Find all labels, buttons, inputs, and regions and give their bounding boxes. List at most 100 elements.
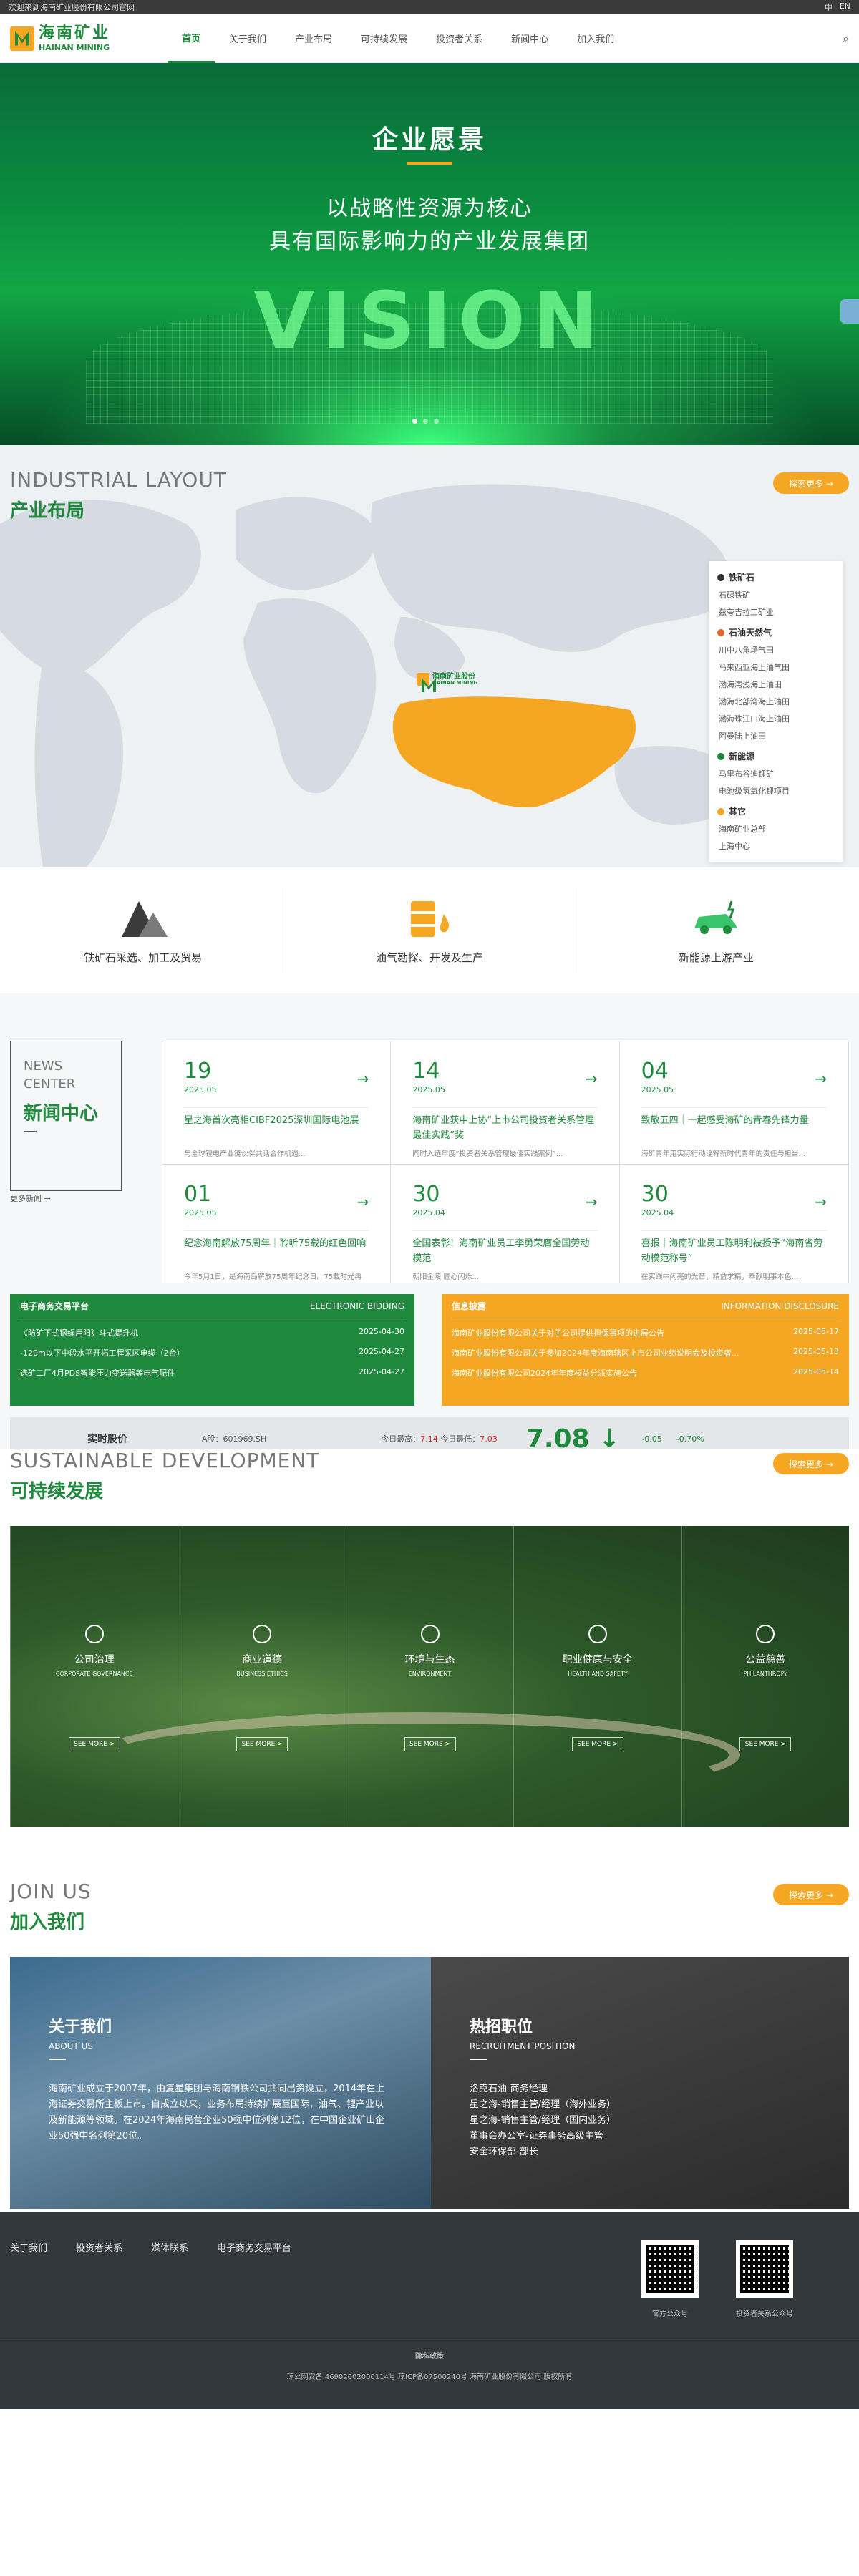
biz-card-oil[interactable]: 油气勘探、开发及生产 [286,888,572,973]
footer-link[interactable]: 投资者关系 [76,2240,122,2254]
layout-more-button[interactable]: 探索更多 → [773,472,849,494]
see-more-button[interactable]: SEE MORE > [236,1737,288,1751]
news-more-link[interactable]: 更多新闻 → [10,1192,51,1204]
nav-about[interactable]: 关于我们 [215,14,281,63]
electric-car-icon [694,900,738,934]
sustain-title-cn: 可持续发展 [10,1481,104,1502]
footer-link[interactable]: 关于我们 [10,2240,47,2254]
news-title[interactable]: 喜报｜海南矿业员工陈明利被授予“海南省劳动模范称号” [641,1230,827,1266]
building-icon [84,1625,104,1643]
disclosure-row[interactable]: 海南矿业股份有限公司关于对子公司提供担保事项的进展公告 2025-05-17 [452,1327,839,1338]
legend-item[interactable]: 电池级氢氧化锂项目 [717,785,835,797]
carousel-dot[interactable] [412,419,417,424]
news-card[interactable]: 30 2025.04 → 喜报｜海南矿业员工陈明利被授予“海南省劳动模范称号” … [620,1165,848,1288]
legend-item[interactable]: 川中八角场气田 [717,644,835,656]
news-title[interactable]: 致敬五四｜一起感受海矿的青春先锋力量 [641,1107,827,1143]
carousel-dot[interactable] [434,419,439,424]
biz-card-iron[interactable]: 铁矿石采选、加工及贸易 [0,888,286,973]
legend-item[interactable]: 阿曼陆上油田 [717,730,835,742]
footer-links: 关于我们 投资者关系 媒体联系 电子商务交易平台 [10,2240,291,2254]
news-title[interactable]: 纪念海南解放75周年｜聆听75载的红色回响 [184,1230,369,1266]
legend-item[interactable]: 石碌铁矿 [717,589,835,601]
search-icon[interactable]: ⌕ [843,31,849,46]
nav-join[interactable]: 加入我们 [563,14,629,63]
welcome-text: 欢迎来到海南矿业股份有限公司官网 [9,3,135,12]
footer-link[interactable]: 电子商务交易平台 [217,2240,291,2254]
nav-investor[interactable]: 投资者关系 [422,14,497,63]
join-title-en: JOIN US [10,1880,92,1903]
news-card[interactable]: 14 2025.05 → 海南矿业获中上协“上市公司投资者关系管理最佳实践”奖 … [391,1041,620,1165]
news-day: 14 [412,1059,440,1084]
hero-big-word: VISION [253,275,606,366]
lang-zh-link[interactable]: 中 [825,1,833,13]
job-item[interactable]: 星之海-销售主管/经理（海外业务） [470,2097,810,2113]
legend-item[interactable]: 上海中心 [717,840,835,852]
sustain-panel: 公司治理 CORPORATE GOVERNANCE SEE MORE > 商业道德 B… [10,1526,849,1827]
umbrella-icon [588,1625,607,1643]
legend-item[interactable]: 兹夸吉拉工矿业 [717,606,835,618]
sustain-col[interactable]: 公司治理 CORPORATE GOVERNANCE SEE MORE > [10,1526,178,1827]
news-title[interactable]: 海南矿业获中上协“上市公司投资者关系管理最佳实践”奖 [412,1107,598,1143]
legend-item[interactable]: 马来西亚海上油气田 [717,661,835,673]
disclosure-title-en: INFORMATION DISCLOSURE [721,1301,839,1311]
about-us-card[interactable]: 关于我们 ABOUT US 海南矿业成立于2007年，由复星集团与海南钢铁公司共… [10,1957,431,2209]
legend-item[interactable]: 海南矿业总部 [717,823,835,835]
sustain-col[interactable]: 职业健康与安全 HEALTH AND SAFETY SEE MORE > [513,1526,681,1827]
see-more-button[interactable]: SEE MORE > [571,1737,623,1751]
job-item[interactable]: 安全环保部-部长 [470,2144,810,2160]
privacy-link[interactable]: 隐私政策 [0,2350,859,2361]
site-logo[interactable]: 海南矿业 HAINAN MINING [10,25,168,52]
hero-banner: 企业愿景 以战略性资源为核心 具有国际影响力的产业发展集团 VISION [0,63,859,445]
bidding-row[interactable]: 选矿二厂4月PDS智能压力变送器等电气配件 2025-04-27 [20,1367,404,1379]
news-card[interactable]: 30 2025.04 → 全国表彰！海南矿业员工李勇荣膺全国劳动模范 朝阳金陵 … [391,1165,620,1288]
job-item[interactable]: 董事会办公室-证券事务高级主管 [470,2129,810,2144]
news-title[interactable]: 星之海首次亮相CIBF2025深圳国际电池展 [184,1107,369,1143]
legend-item[interactable]: 马里布谷迪锂矿 [717,768,835,779]
sustain-more-button[interactable]: 探索更多 → [773,1453,849,1474]
news-card[interactable]: 19 2025.05 → 星之海首次亮相CIBF2025深圳国际电池展 与全球锂… [162,1041,392,1165]
nav-news[interactable]: 新闻中心 [497,14,563,63]
logo-text-en: HAINAN MINING [39,42,110,52]
recruitment-card[interactable]: 热招职位 RECRUITMENT POSITION 洛克石油-商务经理 星之海-… [431,1957,849,2209]
news-card[interactable]: 04 2025.05 → 致敬五四｜一起感受海矿的青春先锋力量 海矿青年用实际行… [619,1041,848,1165]
join-more-button[interactable]: 探索更多 → [773,1884,849,1905]
legend-item[interactable]: 渤海湾浅海上油田 [717,679,835,690]
bidding-row[interactable]: -120m以下中段水平开拓工程采区电缆（2台） 2025-04-27 [20,1347,404,1359]
nav-layout[interactable]: 产业布局 [281,14,346,63]
biz-card-label: 油气勘探、开发及生产 [375,951,483,964]
disclosure-row[interactable]: 海南矿业股份有限公司关于参加2024年度海南辖区上市公司业绩说明会及投资者...… [452,1347,839,1359]
see-more-button[interactable]: SEE MORE > [404,1737,456,1751]
about-underline [49,2059,66,2060]
nav-home[interactable]: 首页 [168,14,215,63]
sustain-col[interactable]: 公益慈善 PHILANTHROPY SEE MORE > [681,1526,849,1827]
biz-card-newenergy[interactable]: 新能源上游产业 [572,888,859,973]
arrow-right-icon: → [815,1070,827,1087]
see-more-button[interactable]: SEE MORE > [739,1737,792,1751]
news-title[interactable]: 全国表彰！海南矿业员工李勇荣膺全国劳动模范 [412,1230,598,1266]
footer-link[interactable]: 媒体联系 [151,2240,188,2254]
bidding-row[interactable]: 《防矿下式钢绳用阳》斗式提升机 2025-04-30 [20,1327,404,1338]
disclosure-title[interactable]: 信息披露 [452,1300,486,1312]
see-more-button[interactable]: SEE MORE > [68,1737,120,1751]
top-bar: 欢迎来到海南矿业股份有限公司官网 中 EN [0,0,859,14]
legend-item[interactable]: 渤海珠江口海上油田 [717,713,835,724]
qr-caption: 官方公众号 [652,2310,688,2318]
lang-en-link[interactable]: EN [840,1,850,13]
join-section: JOIN US 加入我们 探索更多 → 关于我们 ABOUT US 海南矿业成立… [0,1880,859,2212]
nav-sustain[interactable]: 可持续发展 [346,14,422,63]
map-logo-icon [417,673,430,686]
news-title-en: NEWS CENTER [24,1059,76,1092]
bidding-title[interactable]: 电子商务交易平台 [20,1300,89,1312]
job-item[interactable]: 洛克石油-商务经理 [470,2081,810,2097]
news-card[interactable]: 01 2025.05 → 纪念海南解放75周年｜聆听75载的红色回响 今年5月1… [162,1165,392,1293]
leaf-icon [420,1625,440,1643]
arrow-right-icon: → [356,1070,369,1087]
job-item[interactable]: 星之海-销售主管/经理（国内业务） [470,2113,810,2129]
carousel-dot[interactable] [423,419,428,424]
legend-item[interactable]: 渤海北部湾海上油田 [717,696,835,707]
sustain-col[interactable]: 环境与生态 ENVIRONMENT SEE MORE > [345,1526,513,1827]
sustain-col[interactable]: 商业道德 BUSINESS ETHICS SEE MORE > [178,1526,345,1827]
side-float-tab[interactable] [840,299,859,324]
disclosure-row[interactable]: 海南矿业股份有限公司2024年年度权益分派实施公告 2025-05-14 [452,1367,839,1379]
stock-change: -0.05 [641,1434,662,1444]
